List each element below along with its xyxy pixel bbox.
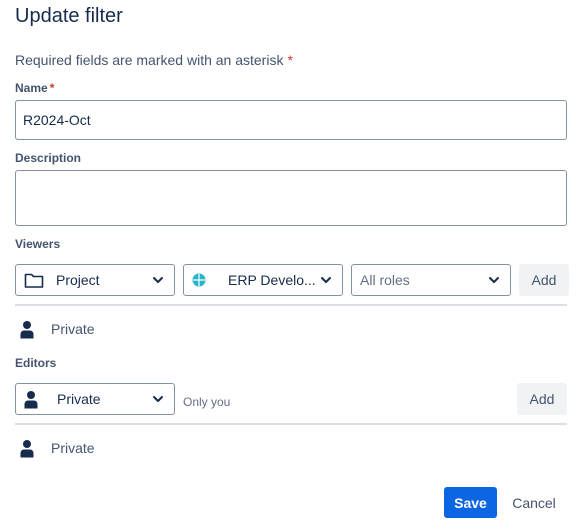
name-required-asterisk: * <box>49 81 55 95</box>
viewers-type-value: Project <box>56 272 100 288</box>
editors-type-select[interactable]: Private <box>15 383 175 415</box>
viewers-type-select[interactable]: Project <box>15 264 175 296</box>
viewers-label: Viewers <box>15 237 61 251</box>
editors-share-item: Private <box>20 438 95 458</box>
chevron-down-icon <box>486 272 502 288</box>
description-label: Description <box>15 151 82 165</box>
viewers-share-label: Private <box>51 321 95 337</box>
viewers-add-button[interactable]: Add <box>519 264 569 296</box>
viewers-project-select[interactable]: ERP Develo... <box>183 264 343 296</box>
name-input[interactable]: R2024-Oct <box>15 100 567 140</box>
required-fields-note: Required fields are marked with an aster… <box>15 52 293 68</box>
dialog-title: Update filter <box>15 5 123 27</box>
project-avatar-icon <box>192 270 208 290</box>
person-icon <box>20 319 38 339</box>
chevron-down-icon <box>150 272 166 288</box>
description-textarea[interactable] <box>15 170 567 226</box>
cancel-button[interactable]: Cancel <box>503 487 565 518</box>
editors-label: Editors <box>15 356 57 370</box>
editors-share-label: Private <box>51 440 95 456</box>
viewers-share-item: Private <box>20 319 95 339</box>
required-note-text: Required fields are marked with an aster… <box>15 52 284 68</box>
editors-divider <box>15 423 567 425</box>
required-asterisk: * <box>287 52 293 68</box>
save-button[interactable]: Save <box>444 487 497 518</box>
viewers-role-placeholder: All roles <box>360 272 410 288</box>
name-input-value: R2024-Oct <box>23 112 91 128</box>
name-label: Name * <box>15 81 54 95</box>
viewers-role-select[interactable]: All roles <box>351 264 511 296</box>
name-label-text: Name <box>15 81 48 95</box>
editors-hint: Only you <box>183 395 231 409</box>
person-icon <box>20 438 38 458</box>
viewers-project-value: ERP Develo... <box>228 272 316 288</box>
editors-add-button[interactable]: Add <box>517 383 567 415</box>
editors-type-value: Private <box>57 391 101 407</box>
chevron-down-icon <box>318 272 334 288</box>
chevron-down-icon <box>150 391 166 407</box>
folder-icon <box>24 270 46 290</box>
viewers-divider <box>15 304 567 306</box>
person-icon <box>24 389 42 409</box>
